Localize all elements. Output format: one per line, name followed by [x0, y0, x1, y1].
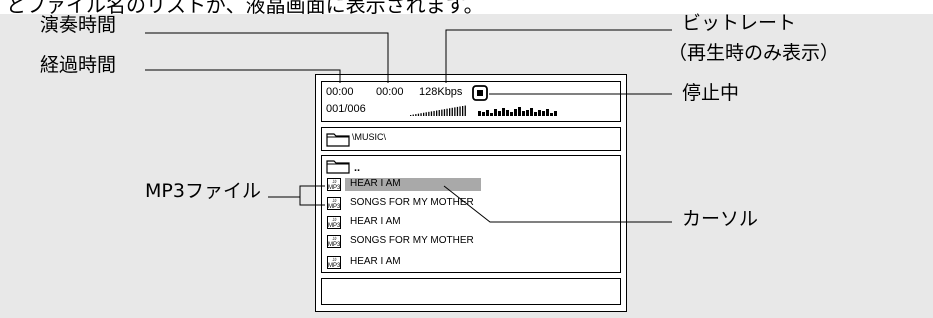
leader-playback-time — [145, 32, 389, 83]
mp3-bracket — [299, 185, 325, 206]
leader-cursor — [443, 185, 672, 223]
diagram-overlay — [145, 29, 672, 223]
folder-icon — [326, 133, 350, 147]
leader-elapsed-time — [145, 69, 341, 83]
leader-bitrate — [445, 29, 672, 83]
progress-ramp-icon — [410, 105, 466, 116]
spectrum-meter-icon — [478, 107, 557, 116]
parent-folder-icon — [326, 160, 350, 174]
